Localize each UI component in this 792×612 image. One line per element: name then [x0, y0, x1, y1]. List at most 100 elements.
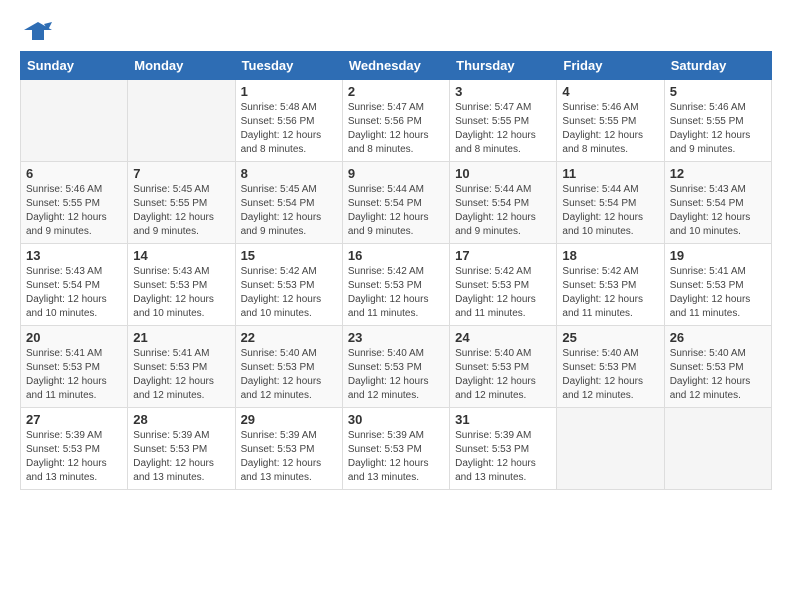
logo-bird-icon — [24, 20, 52, 42]
day-info: Sunrise: 5:42 AMSunset: 5:53 PMDaylight:… — [348, 265, 444, 321]
calendar-cell: 5Sunrise: 5:46 AMSunset: 5:55 PMDaylight… — [664, 80, 771, 162]
logo — [20, 20, 52, 41]
day-number: 20 — [26, 330, 122, 345]
weekday-header-tuesday: Tuesday — [235, 52, 342, 80]
day-number: 10 — [455, 166, 551, 181]
calendar-cell: 31 Sunrise: 5:39 AMSunset: 5:53 PMDayligh… — [450, 408, 557, 490]
calendar-cell: 16 Sunrise: 5:42 AMSunset: 5:53 PMDayligh… — [342, 244, 449, 326]
day-number: 18 — [562, 248, 658, 263]
day-info: Sunrise: 5:39 AMSunset: 5:53 PMDaylight:… — [348, 429, 444, 485]
calendar-cell: 18 Sunrise: 5:42 AMSunset: 5:53 PMDayligh… — [557, 244, 664, 326]
day-number: 19 — [670, 248, 766, 263]
day-number: 14 — [133, 248, 229, 263]
day-number: 1 — [241, 84, 337, 99]
day-info: Sunrise: 5:42 AMSunset: 5:53 PMDaylight:… — [455, 265, 551, 321]
day-number: 23 — [348, 330, 444, 345]
calendar-week-row: 6 Sunrise: 5:46 AMSunset: 5:55 PMDaylight… — [21, 162, 772, 244]
calendar-cell: 28Sunrise: 5:39 AMSunset: 5:53 PMDayligh… — [128, 408, 235, 490]
calendar-cell: 27 Sunrise: 5:39 AMSunset: 5:53 PMDayligh… — [21, 408, 128, 490]
day-number: 15 — [241, 248, 337, 263]
day-info: Sunrise: 5:42 AMSunset: 5:53 PMDaylight:… — [562, 265, 658, 321]
day-info: Sunrise: 5:39 AMSunset: 5:53 PMDaylight:… — [241, 429, 337, 485]
day-info: Sunrise: 5:44 AMSunset: 5:54 PMDaylight:… — [455, 183, 551, 239]
day-number: 2 — [348, 84, 444, 99]
day-info: Sunrise: 5:44 AMSunset: 5:54 PMDaylight:… — [348, 183, 444, 239]
calendar-cell: 1 Sunrise: 5:48 AMSunset: 5:56 PMDaylight… — [235, 80, 342, 162]
calendar-cell: 26Sunrise: 5:40 AMSunset: 5:53 PMDayligh… — [664, 326, 771, 408]
day-info: Sunrise: 5:47 AMSunset: 5:55 PMDaylight:… — [455, 101, 551, 157]
day-info: Sunrise: 5:48 AMSunset: 5:56 PMDaylight:… — [241, 101, 337, 157]
day-info: Sunrise: 5:41 AMSunset: 5:53 PMDaylight:… — [133, 347, 229, 403]
day-info: Sunrise: 5:40 AMSunset: 5:53 PMDaylight:… — [562, 347, 658, 403]
day-info: Sunrise: 5:39 AMSunset: 5:53 PMDaylight:… — [26, 429, 122, 485]
calendar-cell: 15 Sunrise: 5:42 AMSunset: 5:53 PMDayligh… — [235, 244, 342, 326]
calendar-cell: 14 Sunrise: 5:43 AMSunset: 5:53 PMDayligh… — [128, 244, 235, 326]
calendar-cell: 4 Sunrise: 5:46 AMSunset: 5:55 PMDaylight… — [557, 80, 664, 162]
calendar-cell: 9 Sunrise: 5:44 AMSunset: 5:54 PMDaylight… — [342, 162, 449, 244]
calendar-cell: 13Sunrise: 5:43 AMSunset: 5:54 PMDayligh… — [21, 244, 128, 326]
weekday-header-saturday: Saturday — [664, 52, 771, 80]
day-info: Sunrise: 5:46 AMSunset: 5:55 PMDaylight:… — [562, 101, 658, 157]
day-info: Sunrise: 5:40 AMSunset: 5:53 PMDaylight:… — [670, 347, 766, 403]
day-info: Sunrise: 5:41 AMSunset: 5:53 PMDaylight:… — [26, 347, 122, 403]
day-info: Sunrise: 5:47 AMSunset: 5:56 PMDaylight:… — [348, 101, 444, 157]
calendar-cell: 22 Sunrise: 5:40 AMSunset: 5:53 PMDayligh… — [235, 326, 342, 408]
day-number: 27 — [26, 412, 122, 427]
calendar-table: SundayMondayTuesdayWednesdayThursdayFrid… — [20, 51, 772, 490]
day-number: 28 — [133, 412, 229, 427]
day-info: Sunrise: 5:40 AMSunset: 5:53 PMDaylight:… — [348, 347, 444, 403]
calendar-cell: 8 Sunrise: 5:45 AMSunset: 5:54 PMDaylight… — [235, 162, 342, 244]
calendar-cell: 17 Sunrise: 5:42 AMSunset: 5:53 PMDayligh… — [450, 244, 557, 326]
calendar-cell: 24 Sunrise: 5:40 AMSunset: 5:53 PMDayligh… — [450, 326, 557, 408]
day-info: Sunrise: 5:39 AMSunset: 5:53 PMDaylight:… — [455, 429, 551, 485]
day-info: Sunrise: 5:40 AMSunset: 5:53 PMDaylight:… — [241, 347, 337, 403]
day-number: 7 — [133, 166, 229, 181]
day-info: Sunrise: 5:43 AMSunset: 5:54 PMDaylight:… — [26, 265, 122, 321]
day-number: 4 — [562, 84, 658, 99]
day-info: Sunrise: 5:45 AMSunset: 5:55 PMDaylight:… — [133, 183, 229, 239]
day-number: 24 — [455, 330, 551, 345]
day-number: 5 — [670, 84, 766, 99]
day-number: 16 — [348, 248, 444, 263]
day-info: Sunrise: 5:44 AMSunset: 5:54 PMDaylight:… — [562, 183, 658, 239]
day-number: 25 — [562, 330, 658, 345]
page-header — [20, 20, 772, 41]
day-info: Sunrise: 5:43 AMSunset: 5:53 PMDaylight:… — [133, 265, 229, 321]
calendar-cell: 23 Sunrise: 5:40 AMSunset: 5:53 PMDayligh… — [342, 326, 449, 408]
calendar-cell — [21, 80, 128, 162]
day-number: 11 — [562, 166, 658, 181]
calendar-cell — [664, 408, 771, 490]
day-number: 21 — [133, 330, 229, 345]
day-info: Sunrise: 5:45 AMSunset: 5:54 PMDaylight:… — [241, 183, 337, 239]
weekday-header-thursday: Thursday — [450, 52, 557, 80]
calendar-cell: 30 Sunrise: 5:39 AMSunset: 5:53 PMDayligh… — [342, 408, 449, 490]
calendar-cell: 25 Sunrise: 5:40 AMSunset: 5:53 PMDayligh… — [557, 326, 664, 408]
calendar-cell: 2 Sunrise: 5:47 AMSunset: 5:56 PMDaylight… — [342, 80, 449, 162]
day-number: 22 — [241, 330, 337, 345]
day-number: 9 — [348, 166, 444, 181]
calendar-cell: 6 Sunrise: 5:46 AMSunset: 5:55 PMDaylight… — [21, 162, 128, 244]
calendar-cell — [128, 80, 235, 162]
calendar-week-row: 13Sunrise: 5:43 AMSunset: 5:54 PMDayligh… — [21, 244, 772, 326]
day-number: 17 — [455, 248, 551, 263]
day-info: Sunrise: 5:46 AMSunset: 5:55 PMDaylight:… — [26, 183, 122, 239]
day-number: 8 — [241, 166, 337, 181]
calendar-cell: 7 Sunrise: 5:45 AMSunset: 5:55 PMDaylight… — [128, 162, 235, 244]
weekday-header-friday: Friday — [557, 52, 664, 80]
calendar-cell: 29 Sunrise: 5:39 AMSunset: 5:53 PMDayligh… — [235, 408, 342, 490]
day-number: 12 — [670, 166, 766, 181]
calendar-cell: 19 Sunrise: 5:41 AMSunset: 5:53 PMDayligh… — [664, 244, 771, 326]
day-number: 29 — [241, 412, 337, 427]
day-number: 3 — [455, 84, 551, 99]
day-info: Sunrise: 5:43 AMSunset: 5:54 PMDaylight:… — [670, 183, 766, 239]
weekday-header-monday: Monday — [128, 52, 235, 80]
day-number: 30 — [348, 412, 444, 427]
day-number: 6 — [26, 166, 122, 181]
day-number: 31 — [455, 412, 551, 427]
day-info: Sunrise: 5:42 AMSunset: 5:53 PMDaylight:… — [241, 265, 337, 321]
calendar-cell: 11 Sunrise: 5:44 AMSunset: 5:54 PMDayligh… — [557, 162, 664, 244]
day-info: Sunrise: 5:40 AMSunset: 5:53 PMDaylight:… — [455, 347, 551, 403]
calendar-cell: 3 Sunrise: 5:47 AMSunset: 5:55 PMDaylight… — [450, 80, 557, 162]
day-info: Sunrise: 5:41 AMSunset: 5:53 PMDaylight:… — [670, 265, 766, 321]
calendar-week-row: 27 Sunrise: 5:39 AMSunset: 5:53 PMDayligh… — [21, 408, 772, 490]
